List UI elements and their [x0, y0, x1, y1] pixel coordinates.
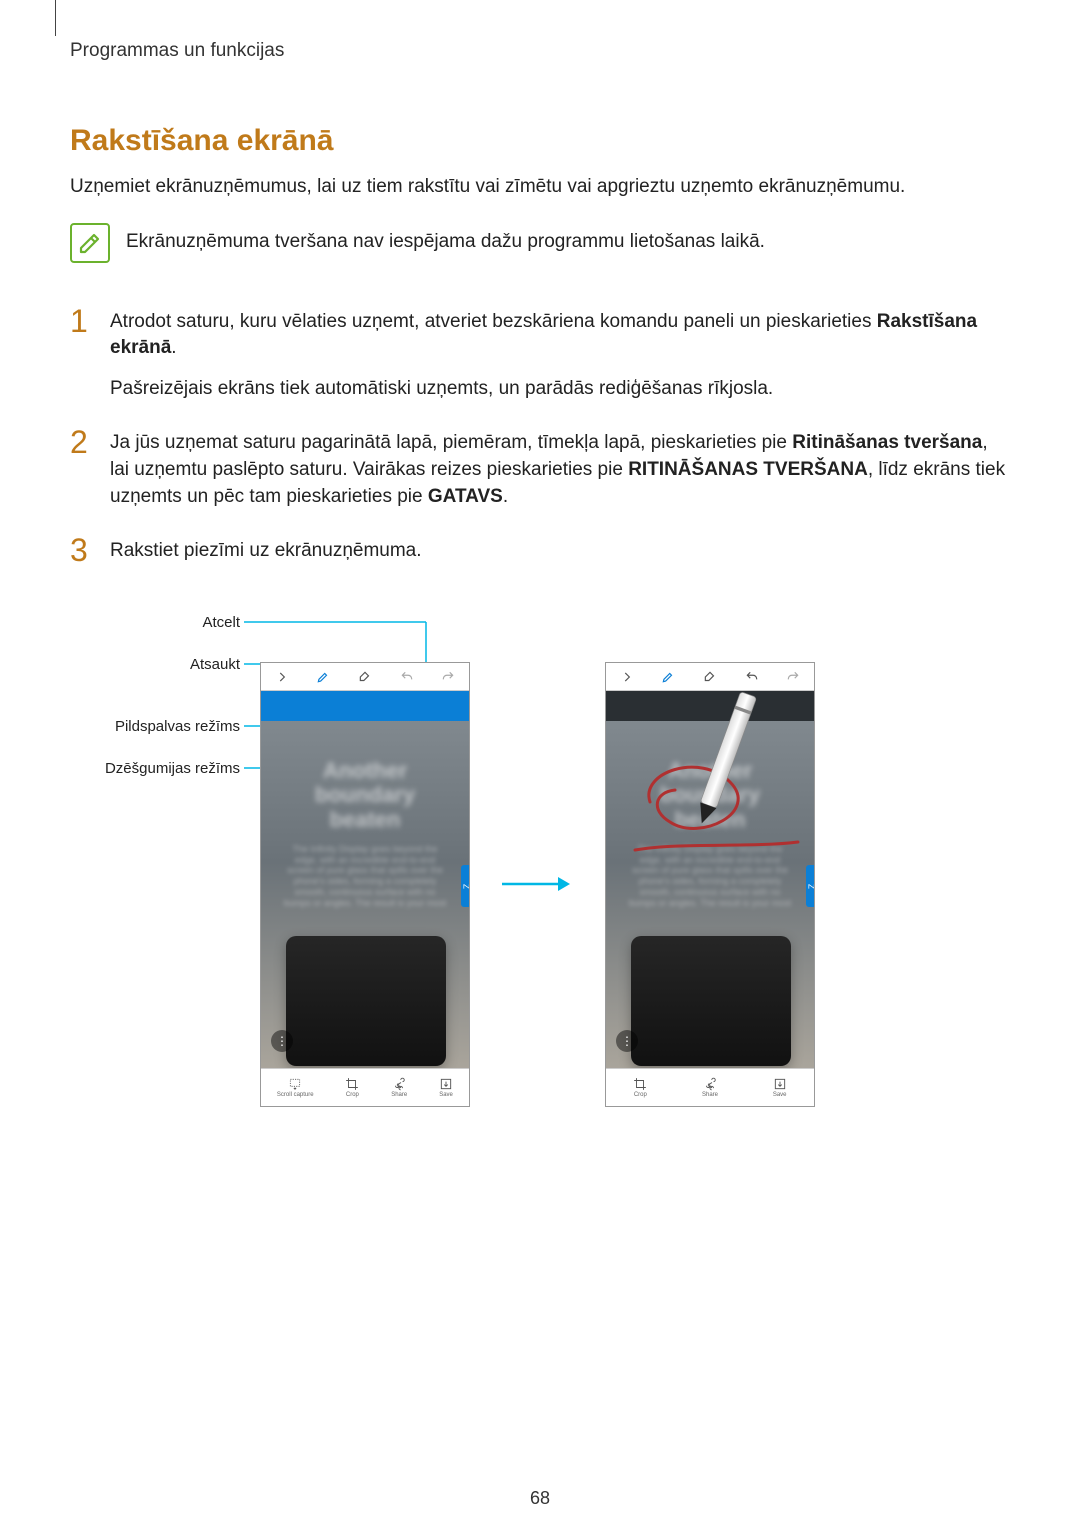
undo-icon[interactable]	[744, 669, 760, 685]
step-number: 3	[70, 534, 92, 566]
step-number: 1	[70, 305, 92, 337]
step-text: .	[171, 337, 176, 358]
eraser-icon[interactable]	[702, 669, 718, 685]
pen-icon[interactable]	[315, 669, 331, 685]
label-erasemode: Dzēšgumijas režīms	[105, 760, 240, 778]
edit-toolbar	[606, 663, 814, 691]
edit-toolbar	[261, 663, 469, 691]
bottom-toolbar: Scroll capture Crop Share Save	[261, 1068, 469, 1106]
note-icon	[70, 223, 110, 263]
label-undo: Atsaukt	[190, 656, 240, 674]
undo-icon[interactable]	[399, 669, 415, 685]
decorative-line	[55, 0, 56, 36]
device-image	[286, 936, 446, 1066]
intro-text: Uzņemiet ekrānuzņēmumus, lai uz tiem rak…	[70, 174, 1010, 201]
step-text: Ja jūs uzņemat saturu pagarinātā lapā, p…	[110, 432, 792, 453]
redo-icon[interactable]	[440, 669, 456, 685]
step-text: .	[503, 486, 508, 507]
blue-bar	[261, 691, 469, 721]
fab-menu[interactable]: ⋮	[271, 1030, 293, 1052]
blur-paragraph: The Infinity Display goes beyond the edg…	[261, 844, 469, 909]
step-3: 3 Rakstiet piezīmi uz ekrānuzņēmuma.	[70, 534, 1010, 566]
crop-icon[interactable]: Crop	[633, 1077, 647, 1098]
phone-screenshot-right: Another boundary beaten The Infinity Dis…	[605, 662, 815, 1107]
crop-icon[interactable]: Crop	[345, 1077, 359, 1098]
step-1: 1 Atrodot saturu, kuru vēlaties uzņemt, …	[70, 305, 1010, 403]
page-header: Programmas un funkcijas	[70, 40, 1010, 62]
step-text: Pašreizējais ekrāns tiek automātiski uzņ…	[110, 376, 1010, 403]
note-row: Ekrānuzņēmuma tveršana nav iespējama daž…	[70, 223, 1010, 263]
redo-icon[interactable]	[785, 669, 801, 685]
pen-icon[interactable]	[660, 669, 676, 685]
arrow-right-icon	[495, 872, 575, 896]
step-2: 2 Ja jūs uzņemat saturu pagarinātā lapā,…	[70, 426, 1010, 510]
eraser-icon[interactable]	[357, 669, 373, 685]
edge-tab[interactable]: Z	[461, 865, 470, 907]
dark-bar	[606, 691, 814, 721]
page-number: 68	[0, 1488, 1080, 1509]
blur-paragraph: The Infinity Display goes beyond the edg…	[606, 844, 814, 909]
share-icon[interactable]: Share	[702, 1077, 718, 1098]
phone-screenshot-left: Another boundary beaten The Infinity Dis…	[260, 662, 470, 1107]
step-text: Atrodot saturu, kuru vēlaties uzņemt, at…	[110, 311, 877, 332]
edge-tab[interactable]: Z	[806, 865, 815, 907]
blur-heading: Another boundary beaten	[606, 721, 814, 844]
save-icon[interactable]: Save	[773, 1077, 787, 1098]
note-text: Ekrānuzņēmuma tveršana nav iespējama daž…	[126, 223, 765, 256]
step-bold: GATAVS	[428, 486, 503, 507]
chevron-right-icon[interactable]	[274, 669, 290, 685]
label-penmode: Pildspalvas režīms	[115, 718, 240, 736]
label-cancel: Atcelt	[202, 614, 240, 632]
step-bold: RITINĀŠANAS TVERŠANA	[628, 459, 868, 480]
figure-area: Atcelt Atsaukt Pildspalvas režīms Dzēšgu…	[60, 592, 1010, 1152]
chevron-right-icon[interactable]	[619, 669, 635, 685]
share-icon[interactable]: Share	[391, 1077, 407, 1098]
step-text: Rakstiet piezīmi uz ekrānuzņēmuma.	[110, 538, 422, 565]
step-body: Rakstiet piezīmi uz ekrānuzņēmuma.	[110, 534, 422, 565]
step-body: Ja jūs uzņemat saturu pagarinātā lapā, p…	[110, 426, 1010, 510]
bottom-toolbar: Crop Share Save	[606, 1068, 814, 1106]
step-number: 2	[70, 426, 92, 458]
step-body: Atrodot saturu, kuru vēlaties uzņemt, at…	[110, 305, 1010, 403]
section-title: Rakstīšana ekrānā	[70, 124, 1010, 158]
save-icon[interactable]: Save	[439, 1077, 453, 1098]
blur-heading: Another boundary beaten	[261, 721, 469, 844]
step-bold: Ritināšanas tveršana	[792, 432, 982, 453]
device-image	[631, 936, 791, 1066]
scroll-capture-icon[interactable]: Scroll capture	[277, 1077, 314, 1098]
fab-menu[interactable]: ⋮	[616, 1030, 638, 1052]
